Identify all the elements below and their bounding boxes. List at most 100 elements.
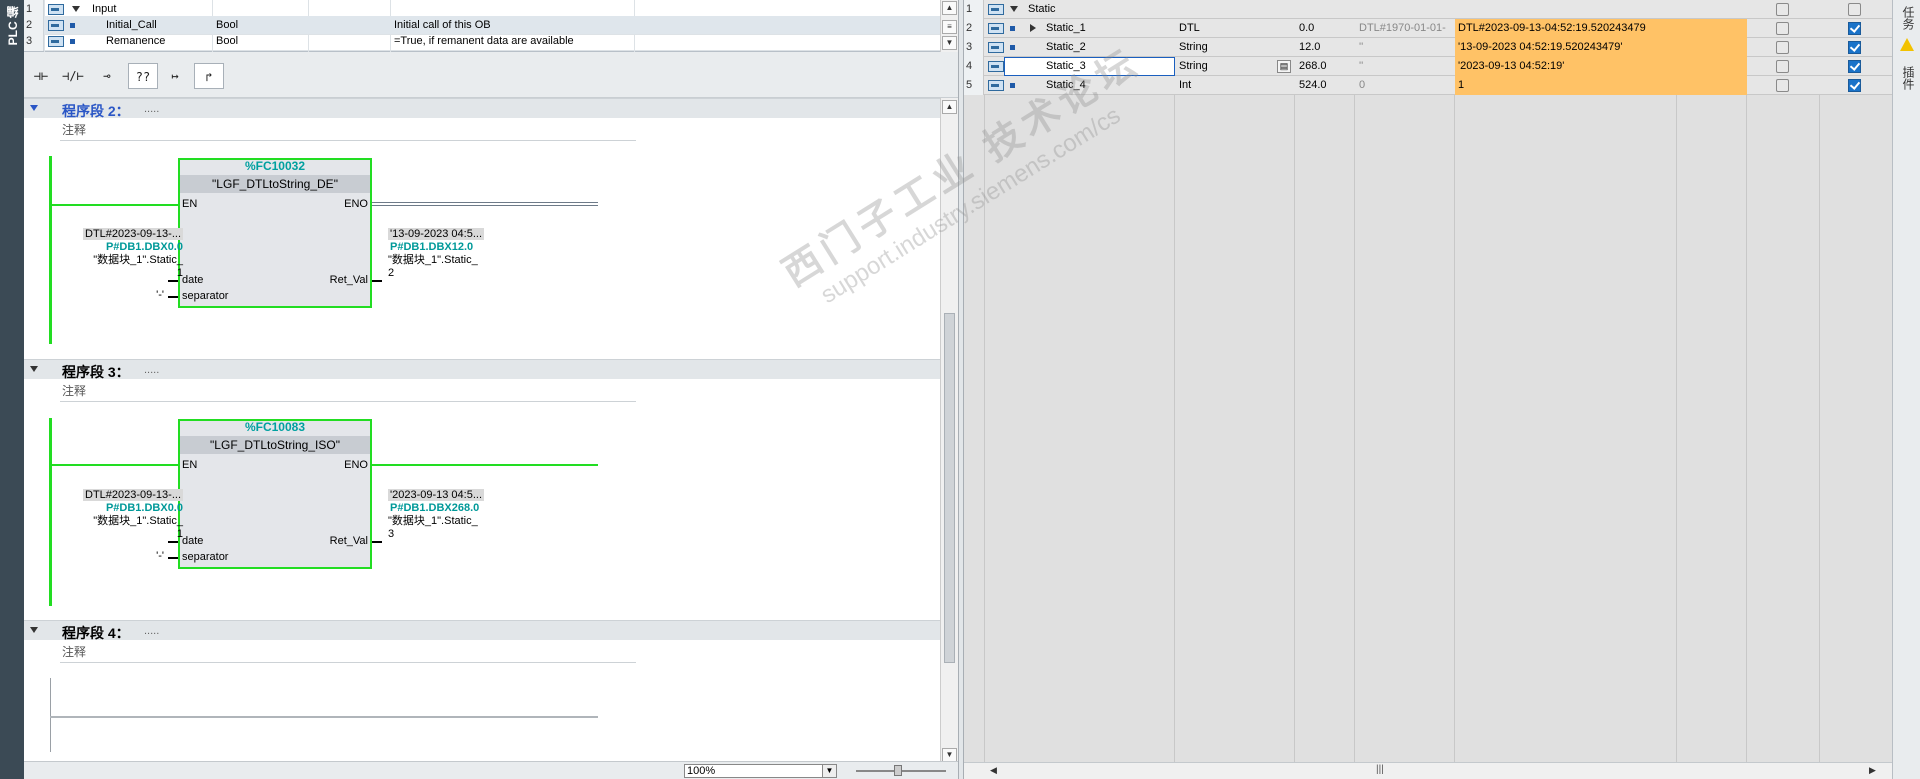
accessible-checkbox[interactable]: [1848, 3, 1861, 16]
scroll-left-icon[interactable]: ◀: [990, 765, 997, 776]
network-comment[interactable]: 注释: [60, 119, 636, 141]
db-member-offset: 0.0: [1299, 22, 1315, 34]
zoom-select[interactable]: 100% ▼: [684, 764, 837, 778]
no-contact-button[interactable]: ⊣⊢: [26, 63, 56, 89]
accessible-checkbox[interactable]: [1848, 79, 1861, 92]
ladder-editor: 程序段 2： ..... 注释 %FC10032 "LGF_DTLtoStrin…: [24, 98, 940, 766]
db-row[interactable]: 2 Static_1 DTL 0.0 DTL#1970-01-01- DTL#2…: [964, 19, 1892, 38]
interface-row[interactable]: 3 Remanence Bool =True, if remanent data…: [24, 32, 940, 51]
pin-stub: [168, 541, 178, 543]
editor-vertical-scrollbar[interactable]: ▲ ▼: [940, 98, 958, 766]
db-member-type: String: [1179, 41, 1208, 53]
coil-button[interactable]: ⊸: [92, 63, 122, 89]
db-row[interactable]: 3 Static_2 String 12.0 '' '13-09-2023 04…: [964, 38, 1892, 57]
db-member-icon: [988, 42, 1004, 53]
scroll-thumb[interactable]: [944, 313, 955, 663]
db-member-name: Static_3: [1046, 60, 1086, 72]
retain-checkbox[interactable]: [1776, 41, 1789, 54]
operand-monitor-value: '13-09-2023 04:5...: [388, 228, 485, 240]
zoom-slider[interactable]: [856, 765, 946, 776]
operand-tag: "数据块_1".Static_: [93, 515, 183, 527]
network-comment[interactable]: 注释: [60, 641, 636, 663]
pin-stub: [372, 541, 382, 543]
accessible-checkbox[interactable]: [1848, 60, 1861, 73]
db-member-offset: 268.0: [1299, 60, 1327, 72]
pin-retval: Ret_Val: [329, 535, 368, 547]
close-branch-button[interactable]: ↱: [194, 63, 224, 89]
retain-checkbox[interactable]: [1776, 22, 1789, 35]
db-member-type: Int: [1179, 79, 1192, 91]
db-row[interactable]: 5 Static_4 Int 524.0 0 1: [964, 76, 1892, 95]
operand-tag-suffix: 1: [176, 267, 183, 279]
type-picker-icon[interactable]: ▤: [1277, 60, 1291, 73]
retval-operand[interactable]: '2023-09-13 04:5... P#DB1.DBX268.0 "数据块_…: [388, 489, 518, 541]
retain-checkbox[interactable]: [1776, 60, 1789, 73]
task-cards-strip: 任务 插件: [1892, 0, 1920, 779]
scroll-up-icon[interactable]: ▲: [942, 100, 957, 114]
date-operand[interactable]: DTL#2023-09-13-... P#DB1.DBX0.0 "数据块_1".…: [53, 228, 183, 280]
retain-checkbox[interactable]: [1776, 79, 1789, 92]
db-member-icon: [988, 23, 1004, 34]
date-operand[interactable]: DTL#2023-09-13-... P#DB1.DBX0.0 "数据块_1".…: [53, 489, 183, 541]
plc-side-tab-label: PLC 编: [6, 6, 20, 46]
network-header[interactable]: 程序段 4： .....: [24, 620, 940, 641]
row-number: 1: [964, 0, 984, 19]
plugins-tab[interactable]: 插件: [1900, 66, 1917, 90]
interface-scrollbar[interactable]: ▲ ≡ ▼: [940, 0, 958, 52]
zoom-slider-knob[interactable]: [894, 765, 902, 776]
collapse-triangle-icon[interactable]: [30, 105, 38, 111]
operand-tag: "数据块_1".Static_: [388, 254, 478, 266]
function-block[interactable]: %FC10032 "LGF_DTLtoString_DE" EN ENO dat…: [178, 158, 372, 308]
function-block[interactable]: %FC10083 "LGF_DTLtoString_ISO" EN ENO da…: [178, 419, 372, 569]
interface-name: Remanence: [106, 35, 166, 47]
db-member-name: Static: [1028, 3, 1056, 15]
network-header[interactable]: 程序段 3： .....: [24, 359, 940, 380]
separator-operand[interactable]: '-': [124, 289, 164, 301]
operand-address: P#DB1.DBX12.0: [390, 241, 474, 253]
expand-triangle-icon[interactable]: [1030, 24, 1036, 32]
pin-en: EN: [182, 459, 198, 471]
tasks-tab[interactable]: 任务: [1900, 6, 1917, 30]
collapse-triangle-icon[interactable]: [72, 6, 80, 12]
db-member-type: String: [1179, 60, 1208, 72]
chevron-down-icon[interactable]: ▼: [822, 765, 836, 777]
network-title-placeholder: .....: [144, 625, 160, 637]
db-row[interactable]: 1 Static: [964, 0, 1892, 19]
db-row[interactable]: 4 Static_3 String ▤ 268.0 '' '2023-09-13…: [964, 57, 1892, 76]
db-horizontal-scrollbar[interactable]: ◀ ||| ▶: [964, 762, 1892, 779]
collapse-triangle-icon[interactable]: [1010, 6, 1018, 12]
scroll-up-icon[interactable]: ▲: [942, 1, 957, 15]
scroll-down-icon[interactable]: ▼: [942, 36, 957, 50]
retain-checkbox[interactable]: [1776, 3, 1789, 16]
db-member-start-value: 0: [1359, 79, 1366, 91]
row-number: 3: [964, 38, 984, 57]
separator-operand[interactable]: '-': [124, 550, 164, 562]
db-member-name: Static_1: [1046, 22, 1086, 34]
plc-side-tab[interactable]: PLC 编: [0, 0, 24, 779]
scroll-thumb[interactable]: |||: [1376, 764, 1384, 775]
fb-number: %FC10032: [244, 159, 306, 173]
db-member-name: Static_2: [1046, 41, 1086, 53]
tia-portal-window: PLC 编 1 Input 2 Initial_Call Bool Initia…: [0, 0, 1920, 779]
nc-contact-button[interactable]: ⊣/⊢: [58, 63, 88, 89]
empty-box-button[interactable]: ??: [128, 63, 158, 89]
scroll-right-icon[interactable]: ▶: [1869, 765, 1876, 776]
db-member-monitor-value: '2023-09-13 04:52:19': [1455, 57, 1747, 76]
accessible-checkbox[interactable]: [1848, 22, 1861, 35]
pin-eno: ENO: [344, 198, 368, 210]
pin-stub: [168, 557, 178, 559]
interface-param-icon: [48, 4, 64, 15]
open-branch-button[interactable]: ↦: [160, 63, 190, 89]
collapse-triangle-icon[interactable]: [30, 627, 38, 633]
row-number: 3: [24, 32, 44, 51]
member-marker-icon: [1010, 83, 1015, 88]
collapse-triangle-icon[interactable]: [30, 366, 38, 372]
accessible-checkbox[interactable]: [1848, 41, 1861, 54]
editor-statusbar: 100% ▼: [24, 761, 958, 779]
scroll-down-icon[interactable]: ▼: [942, 748, 957, 762]
data-block-table: 1 Static 2 Static_1 DTL 0.0 DTL#1970-01-…: [964, 0, 1892, 766]
network-header[interactable]: 程序段 2： .....: [24, 98, 940, 119]
retval-operand[interactable]: '13-09-2023 04:5... P#DB1.DBX12.0 "数据块_1…: [388, 228, 518, 280]
network-comment[interactable]: 注释: [60, 380, 636, 402]
scroll-thumb[interactable]: ≡: [942, 20, 957, 34]
